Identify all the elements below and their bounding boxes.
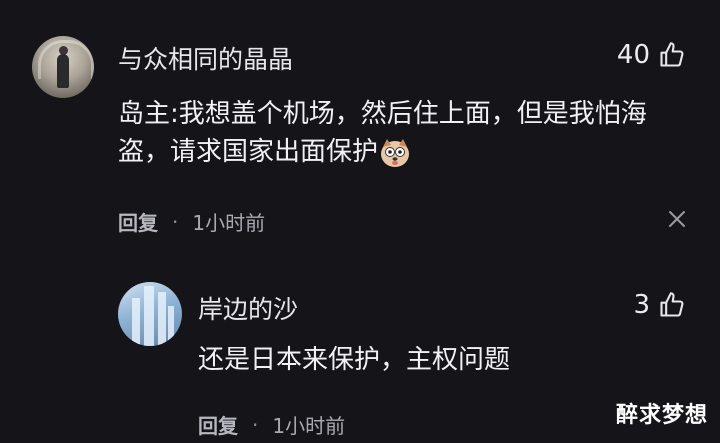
reply-like-button[interactable]: 3 (633, 290, 686, 320)
avatar-reply[interactable] (118, 282, 182, 346)
reply-meta: 回复 · 1小时前 (198, 410, 345, 439)
thumbs-up-icon (660, 292, 684, 317)
reply-meta-separator: · (252, 412, 259, 437)
comment-text: 岛主:我想盖个机场，然后住上面，但是我怕海 盗，请求国家出面保护 (118, 95, 647, 171)
close-icon[interactable] (666, 208, 688, 230)
reply-username[interactable]: 岸边的沙 (198, 290, 298, 326)
comment-time: 1小时前 (192, 211, 266, 235)
comment-username[interactable]: 与众相同的晶晶 (118, 40, 293, 76)
dog-emoji-icon (381, 138, 410, 167)
comment-meta: 回复 · 1小时前 (118, 207, 265, 236)
comment-meta-separator: · (172, 209, 179, 234)
comment-text-line-2-text: 盗，请求国家出面保护 (118, 137, 379, 167)
comment-text-line-1: 岛主:我想盖个机场，然后住上面，但是我怕海 (118, 99, 647, 129)
comment-reply-button[interactable]: 回复 (118, 207, 158, 236)
reply-time: 1小时前 (272, 414, 346, 438)
comment-like-button[interactable]: 40 (617, 40, 686, 70)
comment-like-count: 40 (616, 40, 650, 70)
reply-like-count: 3 (633, 290, 650, 320)
avatar-main-comment[interactable] (32, 36, 94, 98)
comment-text-line-2: 盗，请求国家出面保护 (118, 133, 647, 171)
reply-text: 还是日本来保护，主权问题 (198, 345, 511, 375)
thumbs-up-icon (660, 42, 684, 67)
watermark: 醉求梦想 (615, 403, 708, 428)
reply-reply-button[interactable]: 回复 (198, 410, 238, 439)
